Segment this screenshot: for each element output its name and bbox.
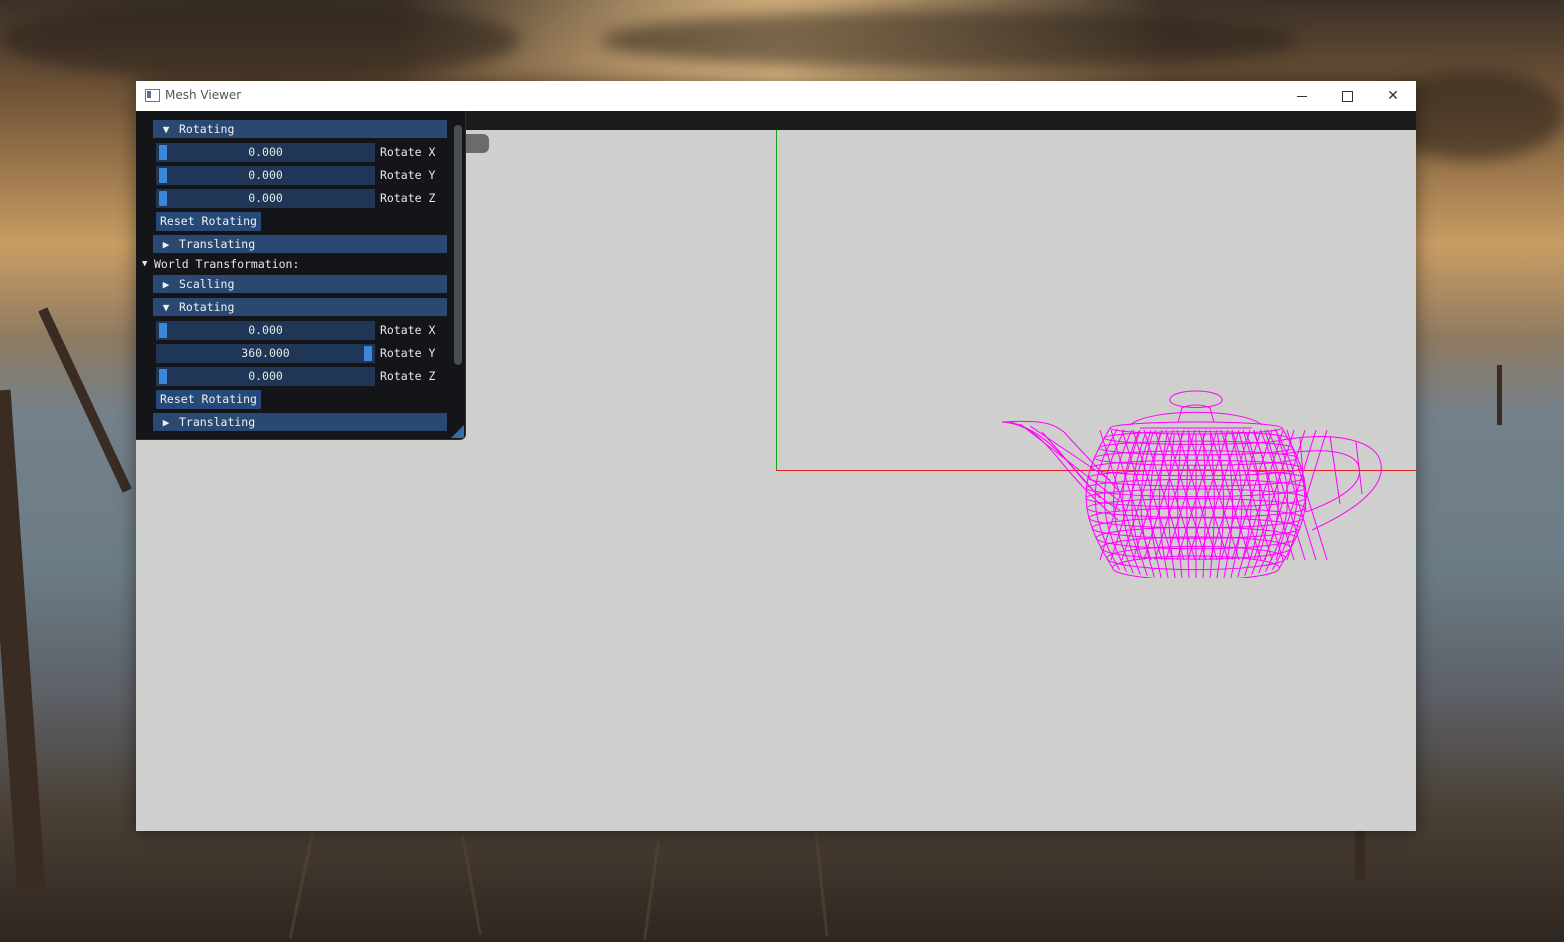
mesh-viewer-window: Mesh Viewer ✕ ▼ Rotating 0.000 Rotate X … (136, 81, 1416, 831)
model-rotating-header[interactable]: ▼ Rotating (153, 120, 447, 138)
world-translating-header[interactable]: ▶ Translating (153, 413, 447, 431)
close-button[interactable]: ✕ (1370, 81, 1416, 111)
world-rotate-x-slider[interactable]: 0.000 (156, 321, 375, 340)
teapot-wireframe (1001, 390, 1382, 578)
world-scalling-header[interactable]: ▶ Scalling (153, 275, 447, 293)
model-rotate-y-label: Rotate Y (380, 168, 436, 182)
model-rotate-x-slider[interactable]: 0.000 (156, 143, 375, 162)
model-rotate-z-label: Rotate Z (380, 191, 436, 205)
window-title: Mesh Viewer (165, 88, 242, 102)
transform-panel: ▼ Rotating 0.000 Rotate X 0.000 Rotate Y… (136, 111, 466, 440)
maximize-icon (1341, 90, 1353, 102)
collapsed-icon: ▶ (162, 277, 170, 291)
world-rotate-z-slider[interactable]: 0.000 (156, 367, 375, 386)
expanded-icon: ▼ (162, 122, 170, 136)
model-rotate-y-slider[interactable]: 0.000 (156, 166, 375, 185)
model-translating-header[interactable]: ▶ Translating (153, 235, 447, 253)
model-rotate-z-slider[interactable]: 0.000 (156, 189, 375, 208)
collapsed-icon: ▶ (162, 415, 170, 429)
y-axis-line (776, 130, 777, 470)
collapsed-window-tab[interactable] (465, 134, 489, 153)
close-icon: ✕ (1387, 88, 1399, 104)
expanded-icon: ▼ (142, 259, 148, 269)
minimize-icon (1297, 95, 1307, 97)
world-rotate-y-label: Rotate Y (380, 346, 436, 360)
world-reset-rotating-button[interactable]: Reset Rotating (156, 390, 261, 409)
minimize-button[interactable] (1279, 81, 1325, 111)
world-rotate-x-label: Rotate X (380, 323, 436, 337)
world-rotating-header[interactable]: ▼ Rotating (153, 298, 447, 316)
resize-grip[interactable] (451, 425, 464, 438)
model-rotate-x-label: Rotate X (380, 145, 436, 159)
panel-scrollbar-thumb[interactable] (454, 125, 462, 365)
world-rotate-z-label: Rotate Z (380, 369, 436, 383)
expanded-icon: ▼ (162, 300, 170, 314)
maximize-button[interactable] (1324, 81, 1370, 111)
model-reset-rotating-button[interactable]: Reset Rotating (156, 212, 261, 231)
collapsed-icon: ▶ (162, 237, 170, 251)
world-transformation-node[interactable]: ▼ World Transformation: (142, 256, 299, 272)
world-rotate-y-slider[interactable]: 360.000 (156, 344, 375, 363)
app-icon (145, 89, 160, 102)
title-bar[interactable]: Mesh Viewer ✕ (136, 81, 1416, 111)
